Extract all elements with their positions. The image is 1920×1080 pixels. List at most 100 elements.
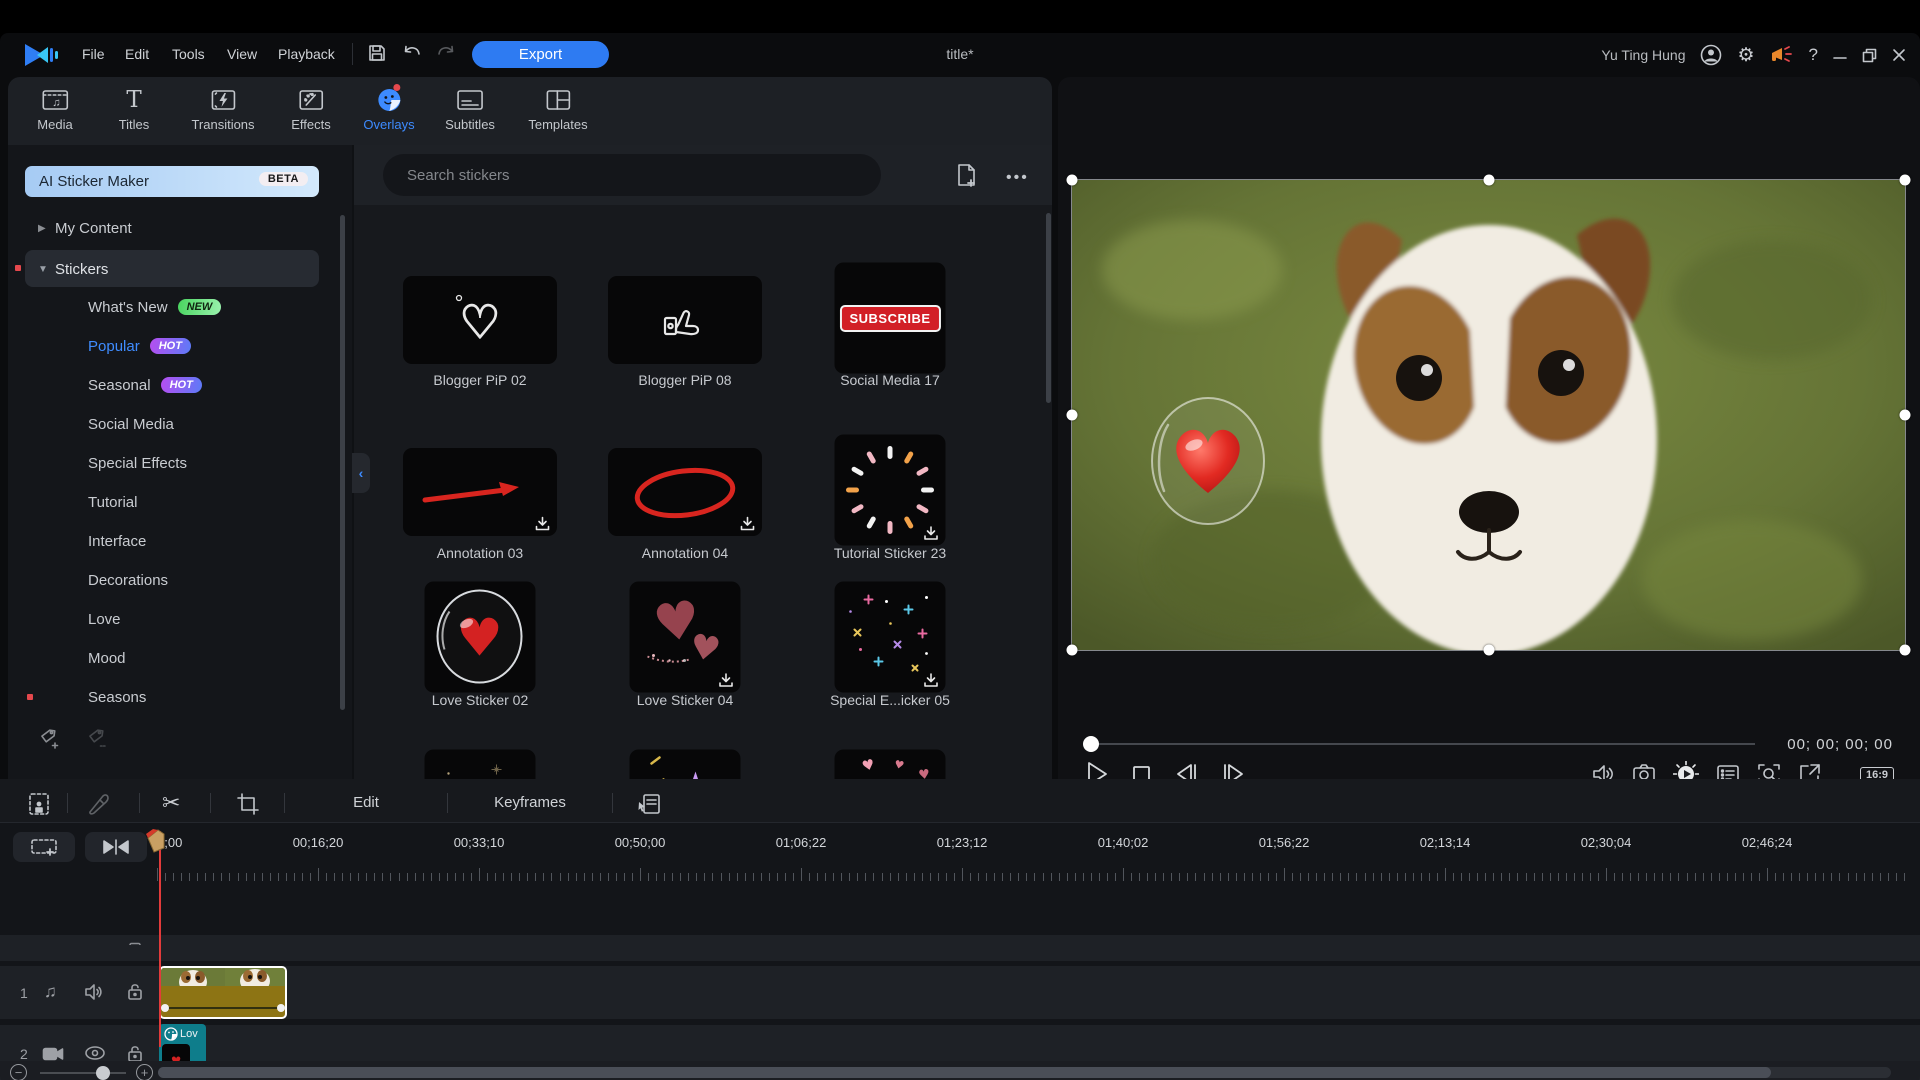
tab-titles[interactable]: T Titles [119,86,150,132]
heart-bubble-overlay[interactable] [1146,393,1270,530]
sticker-card[interactable] [608,448,762,536]
preview-video[interactable] [1072,180,1905,650]
tab-overlays[interactable]: Overlays [363,86,414,132]
sticker-card[interactable]: SUBSCRIBE [835,263,946,374]
menu-tools[interactable]: Tools [172,46,205,62]
crop-icon[interactable] [236,792,260,816]
resize-handle[interactable] [1067,645,1078,656]
timeline-ruler[interactable]: 0;0000;16;2000;33;1000;50;0001;06;2201;2… [157,835,1917,883]
account-icon[interactable] [1700,44,1722,66]
mute-track-icon[interactable] [84,983,104,1001]
resize-handle[interactable] [1900,175,1911,186]
timeline-scrollbar-thumb[interactable] [158,1067,1771,1078]
tab-transitions[interactable]: Transitions [191,86,254,132]
sticker-card[interactable]: ♥ [425,582,536,693]
keyframes-button[interactable]: Keyframes [494,794,566,811]
tab-effects[interactable]: Effects [291,86,331,132]
sidebar-item-seasonal[interactable]: Seasonal HOT [8,368,338,402]
resize-handle[interactable] [1900,410,1911,421]
minimize-icon[interactable] [1833,48,1847,62]
sidebar-item-social-media[interactable]: Social Media [8,407,338,441]
sticker-card[interactable]: ♥ ♥ [630,582,741,693]
tab-templates[interactable]: Templates [528,86,587,132]
clip-volume-line[interactable] [163,1007,283,1009]
video-clip[interactable] [159,966,287,1019]
remove-tag-icon[interactable] [88,728,110,750]
undo-icon[interactable] [402,44,422,62]
sidebar-scrollbar[interactable] [340,215,345,710]
zoom-slider-track[interactable] [40,1072,126,1074]
volume-keyframe-dot[interactable] [277,1004,285,1012]
sticker-card[interactable] [608,276,762,364]
seekbar-handle[interactable] [1083,736,1099,752]
resize-handle[interactable] [1067,410,1078,421]
close-icon[interactable] [1892,48,1906,62]
volume-keyframe-dot[interactable] [161,1004,169,1012]
zoom-in-button[interactable]: + [136,1064,153,1080]
hide-track-icon[interactable] [84,1045,106,1061]
zoom-out-button[interactable]: − [10,1064,27,1080]
megaphone-icon[interactable] [1770,45,1794,65]
menu-view[interactable]: View [227,46,257,62]
resize-handle[interactable] [1067,175,1078,186]
sidebar-item-special-effects[interactable]: Special Effects [8,446,338,480]
sidebar-item-whats-new[interactable]: What's New NEW [8,290,338,324]
sidebar-item-love[interactable]: Love [8,602,338,636]
help-icon[interactable]: ? [1809,45,1818,65]
razor-icon[interactable] [86,792,112,816]
lock-icon[interactable] [127,937,143,945]
sticker-card[interactable]: ♡ [403,276,557,364]
context-menu-icon[interactable] [636,792,662,816]
sidebar-item-decorations[interactable]: Decorations [8,563,338,597]
sidebar-item-popular[interactable]: Popular HOT [8,329,338,363]
sidebar-item-interface[interactable]: Interface [8,524,338,558]
add-tag-icon[interactable] [40,728,62,750]
more-options-icon[interactable]: ••• [1006,169,1029,187]
resize-handle[interactable] [1483,645,1494,656]
sidebar-item-mood[interactable]: Mood [8,641,338,675]
manage-tracks-button[interactable] [13,832,75,862]
collapse-panel-button[interactable]: ‹ [352,453,370,493]
tab-subtitles[interactable]: Subtitles [445,86,495,132]
menu-file[interactable]: File [82,46,105,62]
sticker-card[interactable] [835,435,946,546]
search-input[interactable] [383,154,881,196]
restore-window-icon[interactable] [1862,48,1877,63]
playhead[interactable] [159,831,161,1047]
redo-icon[interactable] [436,44,456,62]
sidebar-item-seasons[interactable]: Seasons [8,680,338,714]
import-file-icon[interactable] [956,163,978,187]
settings-gear-icon[interactable]: ⚙ [1737,46,1754,65]
sidebar-item-my-content[interactable]: ▶ My Content [8,211,338,245]
menu-edit[interactable]: Edit [125,46,149,62]
sidebar-item-stickers[interactable]: ▼ Stickers [8,252,338,286]
playhead-handle[interactable] [144,828,166,853]
sticker-card[interactable] [403,448,557,536]
sticker-card[interactable] [425,750,536,780]
save-icon[interactable] [368,44,386,62]
resize-handle[interactable] [1483,175,1494,186]
sticker-card[interactable] [630,750,741,780]
video-camera-icon[interactable] [42,1046,64,1062]
preview-seekbar[interactable] [1091,743,1755,745]
export-button[interactable]: Export [472,41,609,68]
menu-playback[interactable]: Playback [278,46,335,62]
music-note-icon[interactable]: ♫ [44,982,57,1002]
effects-icon [291,86,331,114]
preview-timecode: 00; 00; 00; 00 [1787,736,1893,753]
resize-handle[interactable] [1900,645,1911,656]
chevron-down-icon: ▼ [38,264,50,275]
split-scissors-icon[interactable]: ✂ [162,790,180,816]
grid-scrollbar[interactable] [1046,213,1051,403]
ai-sticker-maker-button[interactable]: AI Sticker Maker BETA [25,166,319,197]
tab-media[interactable]: ♫ Media [37,86,72,132]
zoom-slider-handle[interactable] [96,1066,110,1080]
edit-button[interactable]: Edit [353,794,379,811]
sticker-card[interactable] [835,582,946,693]
auto-ripple-button[interactable] [85,832,147,862]
sidebar-item-tutorial[interactable]: Tutorial [8,485,338,519]
sticker-card[interactable]: ♥ ♥ ♥ ♥ ♥ ♥ ♥ [835,750,946,780]
storyboard-icon[interactable] [26,791,52,817]
lock-track-icon[interactable] [126,982,144,1001]
timeline-scrollbar-track[interactable] [158,1067,1891,1078]
